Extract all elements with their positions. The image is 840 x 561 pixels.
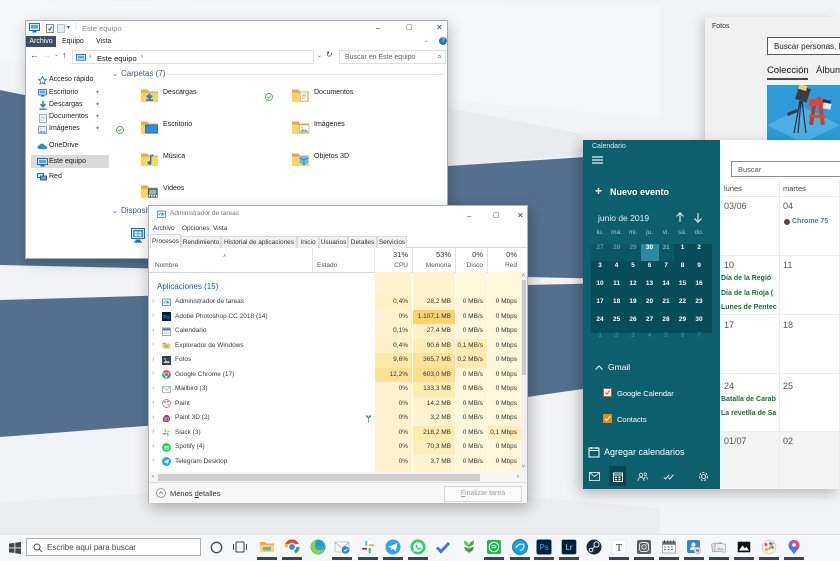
svg-text:T: T xyxy=(616,543,622,554)
svg-text:Ps: Ps xyxy=(163,315,170,321)
svg-text:Ps: Ps xyxy=(539,543,548,552)
svg-text:3D: 3D xyxy=(164,416,171,421)
svg-text:Lr: Lr xyxy=(565,543,572,552)
